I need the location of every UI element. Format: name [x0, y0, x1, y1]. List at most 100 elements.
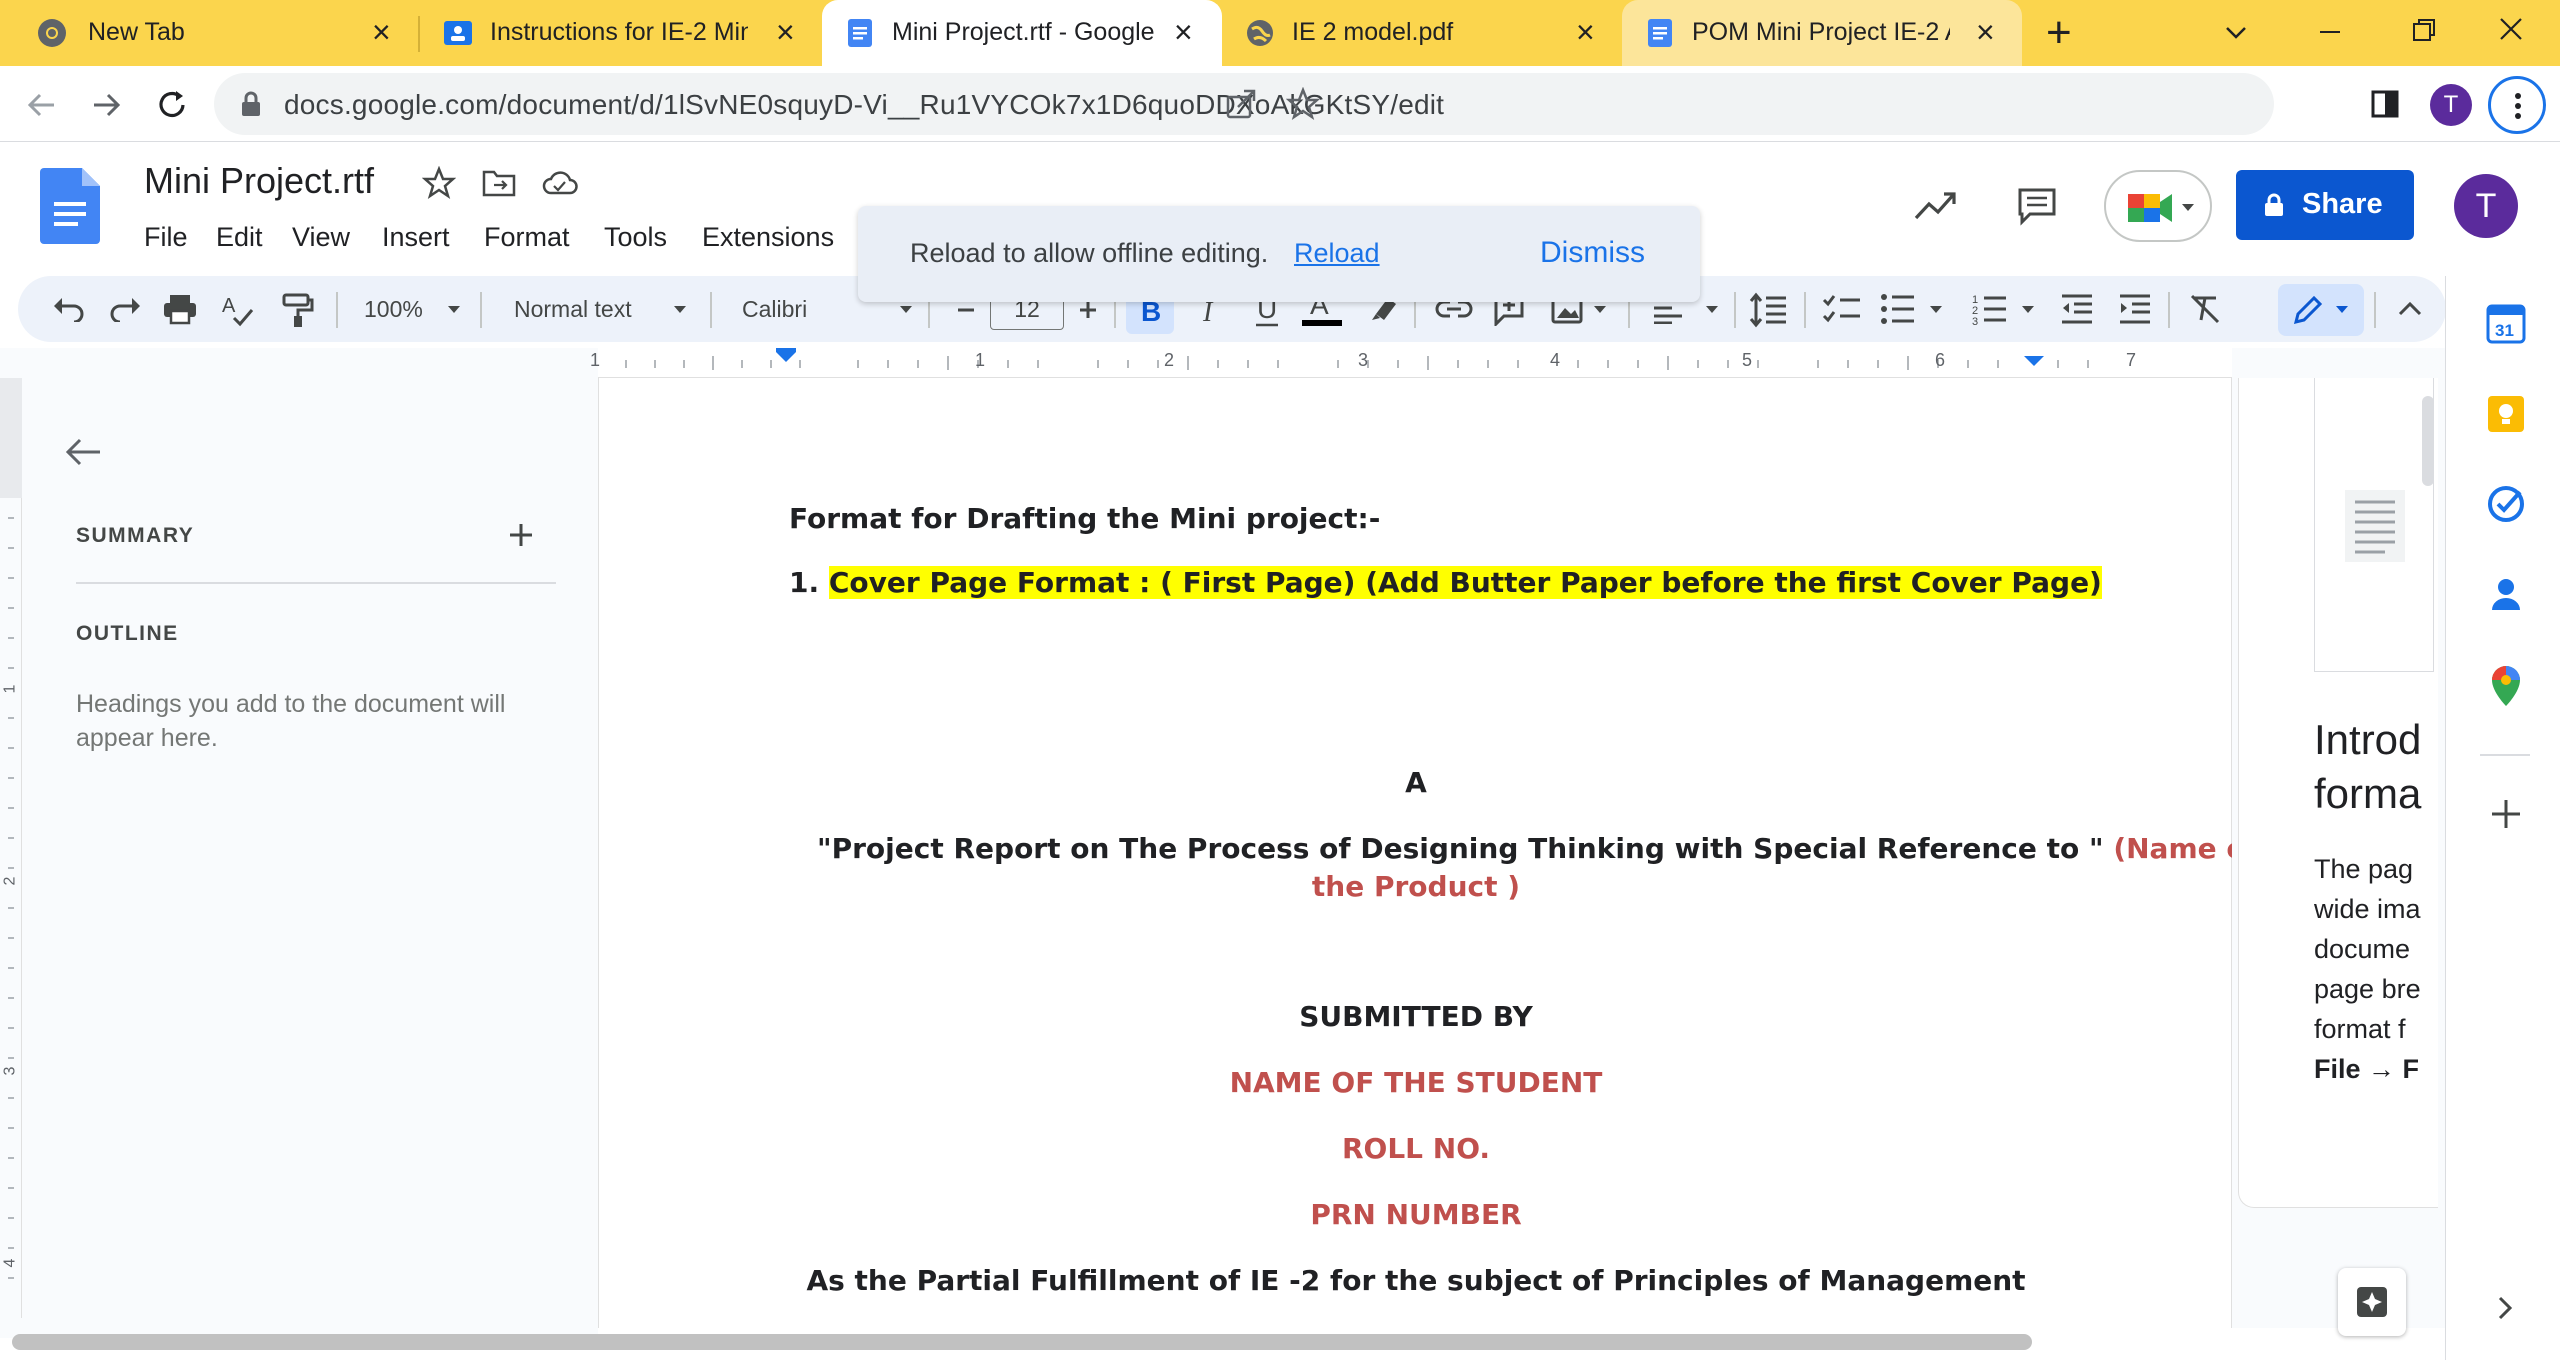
- browser-menu-button[interactable]: [2488, 76, 2546, 134]
- close-tab-icon[interactable]: ×: [776, 14, 795, 50]
- calendar-icon[interactable]: 31: [2486, 304, 2526, 344]
- menu-file[interactable]: File: [144, 222, 188, 253]
- keep-icon[interactable]: [2486, 394, 2526, 434]
- ruler-number: 2: [1164, 350, 1175, 370]
- chevron-right-icon[interactable]: [2496, 1294, 2516, 1322]
- star-icon[interactable]: [422, 166, 456, 200]
- explore-scrollbar[interactable]: [2422, 396, 2434, 486]
- close-tab-icon[interactable]: ×: [1576, 14, 1595, 50]
- tab-mini-project[interactable]: Mini Project.rtf - Google D ×: [822, 0, 1222, 66]
- address-bar[interactable]: docs.google.com/document/d/1lSvNE0squyD-…: [214, 73, 2274, 135]
- menu-tools[interactable]: Tools: [604, 222, 667, 253]
- toolbar-divider: [1734, 292, 1736, 328]
- lock-icon[interactable]: [240, 90, 262, 118]
- tab-new-tab[interactable]: New Tab ×: [0, 0, 418, 66]
- chevron-down-icon[interactable]: [1704, 304, 1720, 316]
- explore-heading: Introd: [2314, 716, 2422, 763]
- decrease-indent-icon[interactable]: [2060, 292, 2094, 326]
- meet-button[interactable]: [2104, 170, 2212, 242]
- close-tab-icon[interactable]: ×: [372, 14, 391, 50]
- panel-divider: [76, 582, 556, 584]
- tab-search-icon[interactable]: [2222, 18, 2250, 46]
- document-page[interactable]: Format for Drafting the Mini project:- 1…: [598, 378, 2258, 1328]
- menu-edit[interactable]: Edit: [216, 222, 263, 253]
- numbered-list-icon[interactable]: 123: [1972, 292, 2008, 326]
- checklist-icon[interactable]: [1822, 292, 1862, 326]
- restore-icon[interactable]: [2410, 16, 2438, 44]
- increase-indent-icon[interactable]: [2118, 292, 2152, 326]
- close-tab-icon[interactable]: ×: [1976, 14, 1995, 50]
- print-icon[interactable]: [162, 293, 198, 325]
- page-thumbnail[interactable]: [2314, 378, 2434, 672]
- clear-formatting-icon[interactable]: [2188, 292, 2222, 326]
- reload-link[interactable]: Reload: [1294, 238, 1380, 269]
- editing-mode-button[interactable]: [2278, 284, 2364, 336]
- activity-trend-icon[interactable]: [1914, 188, 1958, 222]
- redo-icon[interactable]: [108, 296, 142, 322]
- docs-header: Mini Project.rtf File Edit View Insert F…: [0, 142, 2560, 302]
- chevron-down-icon[interactable]: [1592, 304, 1608, 316]
- docs-logo-icon[interactable]: [40, 168, 100, 244]
- minimize-icon[interactable]: [2316, 18, 2344, 46]
- font-select[interactable]: Calibri: [742, 296, 807, 323]
- collapse-menus-icon[interactable]: [2396, 296, 2424, 320]
- share-page-icon[interactable]: [1224, 87, 1258, 121]
- chevron-down-icon[interactable]: [898, 304, 914, 316]
- chevron-down-icon[interactable]: [672, 304, 688, 316]
- account-avatar[interactable]: T: [2454, 174, 2518, 238]
- paragraph-style-select[interactable]: Normal text: [514, 296, 632, 323]
- comments-icon[interactable]: [2016, 186, 2058, 226]
- explore-heading: forma: [2314, 770, 2422, 817]
- close-tab-icon[interactable]: ×: [1174, 14, 1193, 50]
- spellcheck-icon[interactable]: A: [220, 292, 256, 328]
- cloud-status-icon[interactable]: [542, 168, 578, 198]
- forward-icon[interactable]: [90, 88, 124, 122]
- fulfillment-line: As the Partial Fulfillment of IE -2 for …: [806, 1264, 2026, 1297]
- menu-format[interactable]: Format: [484, 222, 570, 253]
- pencil-icon: [2293, 296, 2323, 325]
- document-outline-panel: SUMMARY OUTLINE Headings you add to the …: [0, 378, 598, 1338]
- chevron-down-icon: [2336, 306, 2348, 313]
- tab-ie2-model[interactable]: IE 2 model.pdf ×: [1222, 0, 1620, 66]
- chevron-down-icon[interactable]: [1928, 304, 1944, 316]
- bulleted-list-icon[interactable]: [1880, 292, 1916, 326]
- move-folder-icon[interactable]: [482, 168, 516, 198]
- highlighted-text: Cover Page Format : ( First Page) (Add B…: [828, 566, 2102, 599]
- vruler-number: 2: [1, 876, 19, 886]
- back-icon[interactable]: [24, 88, 58, 122]
- horizontal-ruler: 1 1 2 3 4 5 6 7: [0, 348, 2445, 378]
- zoom-select[interactable]: 100%: [364, 296, 423, 323]
- docs-icon: [1648, 19, 1672, 47]
- menu-insert[interactable]: Insert: [382, 222, 450, 253]
- add-summary-icon[interactable]: [506, 520, 536, 550]
- vruler-number: 3: [1, 1066, 19, 1076]
- menu-view[interactable]: View: [292, 222, 350, 253]
- bookmark-star-icon[interactable]: [1286, 87, 1320, 121]
- reload-icon[interactable]: [154, 87, 190, 123]
- chevron-down-icon[interactable]: [446, 304, 462, 316]
- contacts-icon[interactable]: [2486, 574, 2526, 614]
- horizontal-scrollbar[interactable]: [12, 1334, 2032, 1350]
- maps-icon[interactable]: [2486, 664, 2526, 708]
- tab-instructions[interactable]: Instructions for IE-2 Mini P ×: [420, 0, 818, 66]
- share-button[interactable]: Share: [2236, 170, 2414, 240]
- side-panel-icon[interactable]: [2370, 88, 2400, 120]
- tab-title: New Tab: [88, 18, 185, 46]
- outline-placeholder: Headings you add to the document will: [76, 690, 506, 718]
- dismiss-button[interactable]: Dismiss: [1540, 236, 1645, 270]
- add-apps-icon[interactable]: [2490, 798, 2522, 830]
- menu-extensions[interactable]: Extensions: [702, 222, 834, 253]
- close-window-icon[interactable]: [2496, 14, 2526, 44]
- assist-button[interactable]: [2338, 1268, 2406, 1336]
- paint-format-icon[interactable]: [280, 292, 314, 328]
- line-spacing-icon[interactable]: [1748, 290, 1788, 330]
- document-title[interactable]: Mini Project.rtf: [144, 160, 374, 202]
- undo-icon[interactable]: [52, 296, 86, 322]
- chevron-down-icon[interactable]: [2020, 304, 2036, 316]
- tasks-icon[interactable]: [2486, 484, 2526, 524]
- report-title-text: "Project Report on The Process of Design…: [817, 832, 2114, 865]
- back-arrow-icon[interactable]: [64, 436, 102, 468]
- tab-pom-mini-project[interactable]: POM Mini Project IE-2 Act ×: [1622, 0, 2022, 66]
- profile-avatar[interactable]: T: [2430, 84, 2472, 126]
- new-tab-button[interactable]: +: [2046, 8, 2072, 58]
